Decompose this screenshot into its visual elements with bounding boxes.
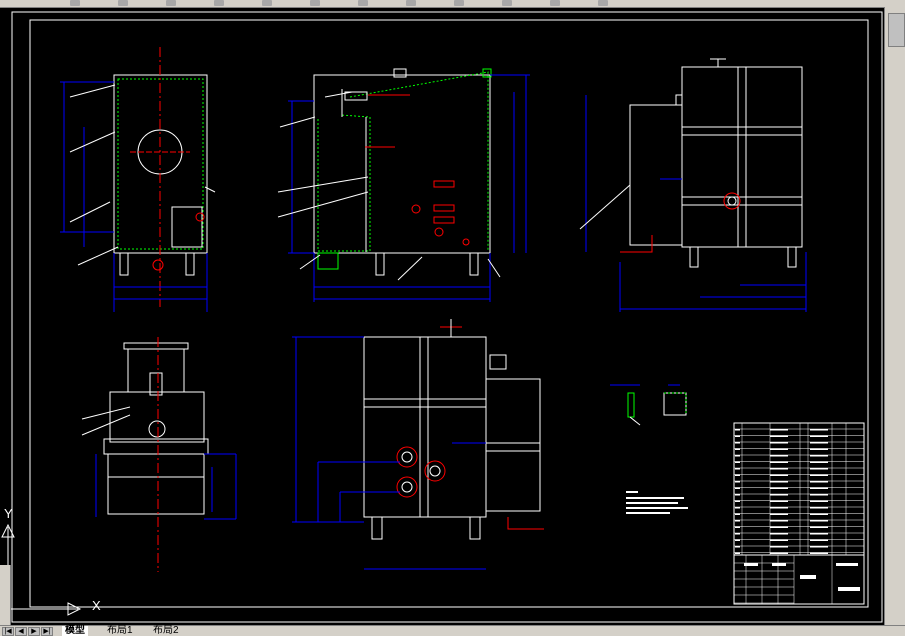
layout-tab-bar: |◀ ◀ ▶ ▶| 模型 布局1 布局2 <box>0 625 905 636</box>
scrollbar-thumb[interactable] <box>888 13 905 47</box>
undo-icon[interactable] <box>70 0 80 6</box>
calculator-icon[interactable] <box>502 0 512 6</box>
view-left-elevation <box>60 47 216 312</box>
layer-icon[interactable] <box>550 0 560 6</box>
help-icon[interactable] <box>598 0 608 6</box>
zoom-realtime-icon[interactable] <box>214 0 224 6</box>
view-right-elevation <box>579 58 807 312</box>
drawing-frame <box>11 11 883 623</box>
technical-notes <box>626 491 688 514</box>
ucs-icon <box>1 523 82 616</box>
view-plan <box>292 319 544 570</box>
ucs-x-label: X <box>92 598 101 613</box>
zoom-previous-icon[interactable] <box>310 0 320 6</box>
redo-icon[interactable] <box>118 0 128 6</box>
left-tool-strip[interactable] <box>0 565 11 625</box>
title-block <box>733 422 865 605</box>
detail-views <box>610 384 687 426</box>
ucs-y-label: Y <box>4 506 13 521</box>
vertical-scrollbar[interactable] <box>884 7 905 627</box>
tool-palettes-icon[interactable] <box>454 0 464 6</box>
design-center-icon[interactable] <box>406 0 416 6</box>
pan-icon[interactable] <box>166 0 176 6</box>
zoom-window-icon[interactable] <box>262 0 272 6</box>
view-end <box>81 337 237 572</box>
drawing-canvas[interactable] <box>0 7 884 625</box>
properties-icon[interactable] <box>358 0 368 6</box>
view-main-section <box>277 68 530 302</box>
drawing-border-inner <box>29 19 869 608</box>
